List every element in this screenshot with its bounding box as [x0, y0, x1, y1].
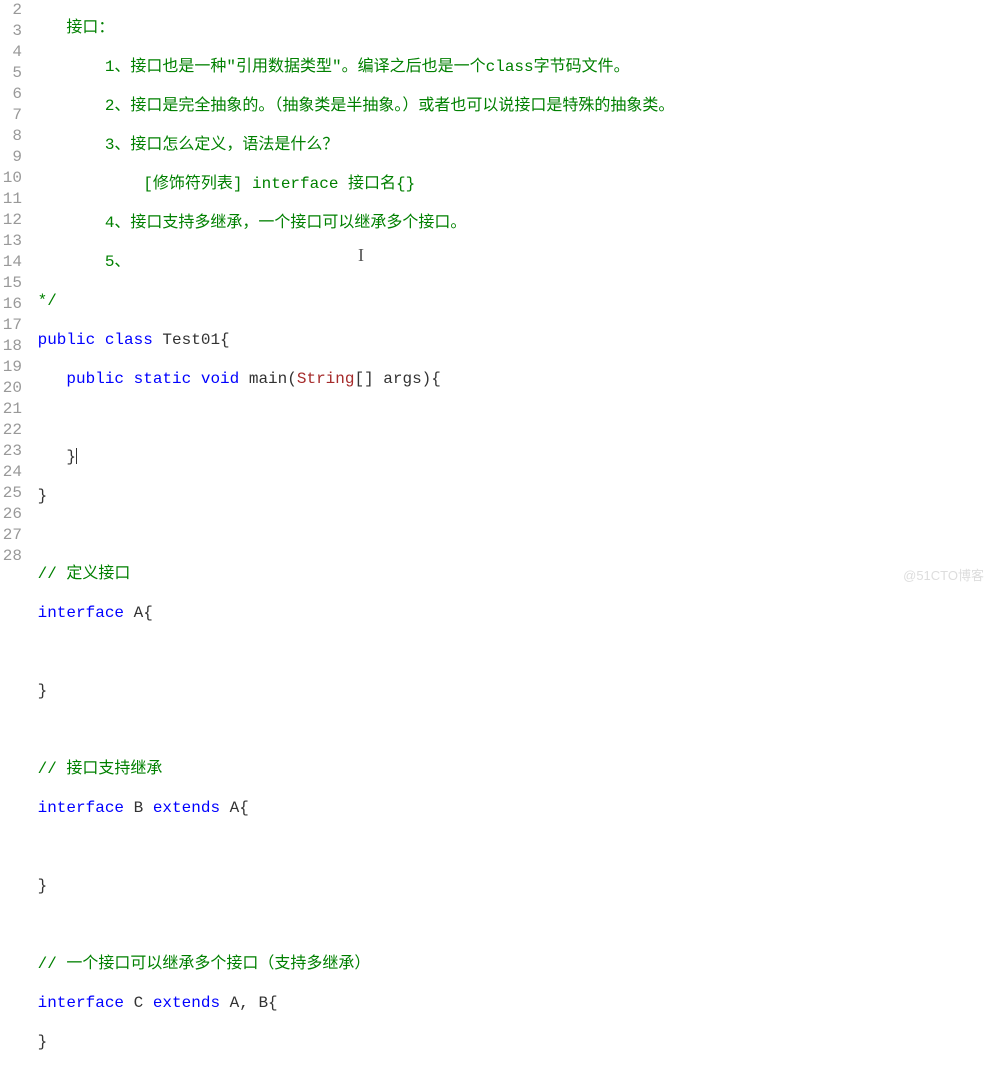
- line-number: 25: [0, 483, 22, 504]
- line-number: 4: [0, 42, 22, 63]
- line-number: 7: [0, 105, 22, 126]
- code-line: [28, 525, 994, 546]
- line-number: 6: [0, 84, 22, 105]
- code-line: [28, 915, 994, 936]
- watermark-text: @51CTO博客: [903, 565, 984, 584]
- line-number: 28: [0, 546, 22, 567]
- code-line: [28, 837, 994, 858]
- code-line: }: [28, 447, 994, 468]
- line-number: 20: [0, 378, 22, 399]
- ibeam-cursor-icon: I: [358, 245, 364, 266]
- line-number-gutter: 2 3 4 5 6 7 8 9 10 11 12 13 14 15 16 17 …: [0, 0, 28, 590]
- line-number: 27: [0, 525, 22, 546]
- code-content[interactable]: 接口： 1、接口也是一种"引用数据类型"。编译之后也是一个class字节码文件。…: [28, 0, 994, 590]
- code-editor[interactable]: 2 3 4 5 6 7 8 9 10 11 12 13 14 15 16 17 …: [0, 0, 994, 590]
- line-number: 10: [0, 168, 22, 189]
- code-line: }: [28, 1032, 994, 1053]
- code-line: interface C extends A, B{: [28, 993, 994, 1014]
- code-line: [28, 408, 994, 429]
- code-line: 3、接口怎么定义，语法是什么？: [28, 135, 994, 156]
- text-caret: [76, 448, 77, 464]
- line-number: 12: [0, 210, 22, 231]
- code-line: 接口：: [28, 18, 994, 39]
- code-line: 4、接口支持多继承，一个接口可以继承多个接口。: [28, 213, 994, 234]
- code-line: */: [28, 291, 994, 312]
- code-line: 1、接口也是一种"引用数据类型"。编译之后也是一个class字节码文件。: [28, 57, 994, 78]
- line-number: 2: [0, 0, 22, 21]
- line-number: 17: [0, 315, 22, 336]
- line-number: 13: [0, 231, 22, 252]
- code-line: }: [28, 876, 994, 897]
- code-line: }: [28, 486, 994, 507]
- code-line: interface B extends A{: [28, 798, 994, 819]
- code-line: public static void main(String[] args){: [28, 369, 994, 390]
- code-line: public class Test01{: [28, 330, 994, 351]
- line-number: 21: [0, 399, 22, 420]
- line-number: 15: [0, 273, 22, 294]
- code-line: 5、: [28, 252, 994, 273]
- line-number: 8: [0, 126, 22, 147]
- line-number: 22: [0, 420, 22, 441]
- line-number: 16: [0, 294, 22, 315]
- code-line: // 一个接口可以继承多个接口（支持多继承）: [28, 954, 994, 975]
- line-number: 11: [0, 189, 22, 210]
- code-line: }: [28, 681, 994, 702]
- code-line: interface A{: [28, 603, 994, 624]
- code-line: [修饰符列表] interface 接口名{}: [28, 174, 994, 195]
- line-number: 24: [0, 462, 22, 483]
- line-number: 19: [0, 357, 22, 378]
- line-number: 14: [0, 252, 22, 273]
- code-line: // 定义接口: [28, 564, 994, 585]
- code-line: 2、接口是完全抽象的。（抽象类是半抽象。）或者也可以说接口是特殊的抽象类。: [28, 96, 994, 117]
- line-number: 9: [0, 147, 22, 168]
- line-number: 23: [0, 441, 22, 462]
- line-number: 5: [0, 63, 22, 84]
- code-line: [28, 642, 994, 663]
- code-line: // 接口支持继承: [28, 759, 994, 780]
- line-number: 26: [0, 504, 22, 525]
- line-number: 3: [0, 21, 22, 42]
- line-number: 18: [0, 336, 22, 357]
- code-line: [28, 720, 994, 741]
